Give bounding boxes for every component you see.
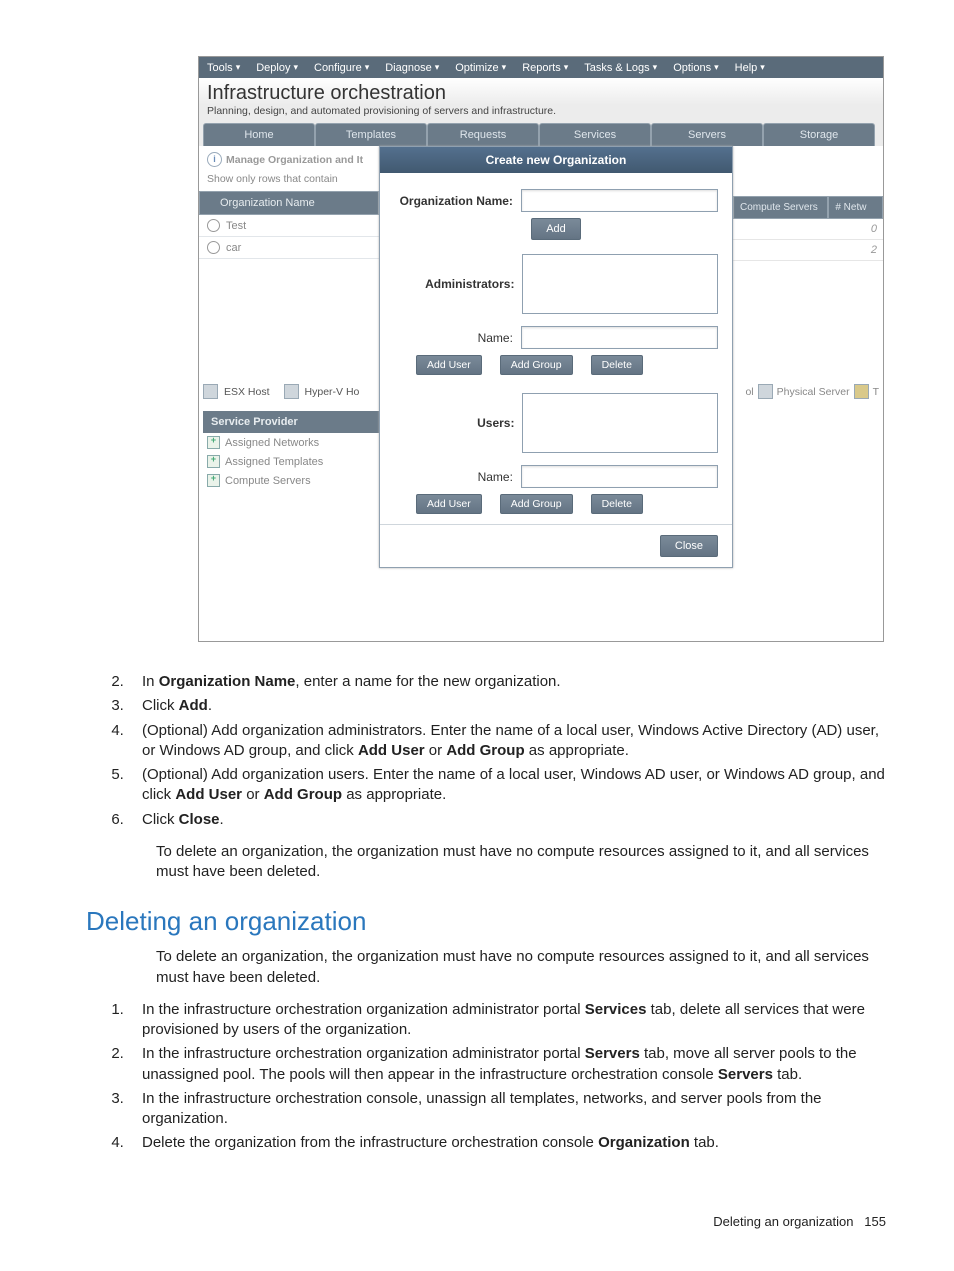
expand-icon[interactable]: + — [207, 436, 220, 449]
menu-options[interactable]: Options — [665, 62, 726, 74]
org-row[interactable]: Test — [199, 215, 379, 237]
menu-help[interactable]: Help — [727, 62, 773, 74]
t-icon — [854, 384, 869, 399]
admin-name-input[interactable] — [521, 326, 718, 349]
col-header[interactable]: Compute Servers — [733, 196, 828, 219]
tab-services[interactable]: Services — [539, 123, 651, 146]
col-header[interactable]: # Netw — [828, 196, 883, 219]
tab-servers[interactable]: Servers — [651, 123, 763, 146]
dialog-title: Create new Organization — [380, 147, 732, 173]
user-name-label: Name: — [394, 470, 521, 484]
tabs: HomeTemplatesRequestsServicesServersStor… — [199, 123, 883, 146]
radio-icon[interactable] — [207, 241, 220, 254]
menu-optimize[interactable]: Optimize — [447, 62, 514, 74]
screenshot: ToolsDeployConfigureDiagnoseOptimizeRepo… — [198, 56, 884, 642]
menu-tools[interactable]: Tools — [199, 62, 248, 74]
list-item: In Organization Name, enter a name for t… — [128, 672, 886, 692]
menu-diagnose[interactable]: Diagnose — [377, 62, 447, 74]
users-list[interactable] — [522, 393, 718, 453]
org-row[interactable]: car — [199, 237, 379, 259]
table-row: 0 — [733, 219, 883, 240]
admin-add-user-button[interactable]: Add User — [416, 355, 482, 375]
list-item: Click Close. — [128, 810, 886, 830]
admin-delete-button[interactable]: Delete — [591, 355, 643, 375]
admins-list[interactable] — [522, 254, 718, 314]
para-a: To delete an organization, the organizat… — [156, 842, 886, 883]
list-item: (Optional) Add organization administrato… — [128, 721, 886, 762]
list-item: Delete the organization from the infrast… — [128, 1133, 886, 1153]
list-item: (Optional) Add organization users. Enter… — [128, 765, 886, 806]
tab-requests[interactable]: Requests — [427, 123, 539, 146]
user-add-group-button[interactable]: Add Group — [500, 494, 573, 514]
right-header: Compute Servers# Netw — [733, 196, 883, 219]
table-row: 2 — [733, 240, 883, 261]
org-name-input[interactable] — [521, 189, 718, 212]
legend-right: olPhysical ServerT — [745, 384, 879, 399]
app-subtitle: Planning, design, and automated provisio… — [199, 105, 883, 123]
menu-configure[interactable]: Configure — [306, 62, 377, 74]
right-table: Compute Servers# Netw 02 — [733, 196, 883, 261]
tab-storage[interactable]: Storage — [763, 123, 875, 146]
col-header[interactable]: Organization Name — [199, 191, 379, 215]
steps-a: In Organization Name, enter a name for t… — [86, 672, 886, 830]
menu-tasks-logs[interactable]: Tasks & Logs — [576, 62, 665, 74]
sp-header: Service Provider — [203, 411, 379, 433]
list-item: In the infrastructure orchestration orga… — [128, 1044, 886, 1085]
list-item: In the infrastructure orchestration cons… — [128, 1089, 886, 1130]
steps-b: In the infrastructure orchestration orga… — [86, 1000, 886, 1154]
tree-item[interactable]: +Assigned Templates — [203, 452, 379, 471]
menu-reports[interactable]: Reports — [514, 62, 576, 74]
close-button[interactable]: Close — [660, 535, 718, 557]
phys-icon — [758, 384, 773, 399]
heading-deleting: Deleting an organization — [86, 906, 886, 937]
create-org-dialog: Create new Organization Organization Nam… — [379, 146, 733, 568]
menu-deploy[interactable]: Deploy — [248, 62, 306, 74]
info-icon: i — [207, 152, 222, 167]
expand-icon[interactable]: + — [207, 455, 220, 468]
add-button[interactable]: Add — [531, 218, 581, 240]
org-name-label: Organization Name: — [394, 194, 521, 208]
right-rows: 02 — [733, 219, 883, 261]
user-add-user-button[interactable]: Add User — [416, 494, 482, 514]
admin-name-label: Name: — [394, 331, 521, 345]
admin-add-group-button[interactable]: Add Group — [500, 355, 573, 375]
esx-icon — [203, 384, 218, 399]
user-name-input[interactable] — [521, 465, 718, 488]
page-footer: Deleting an organization 155 — [0, 1214, 954, 1229]
tab-home[interactable]: Home — [203, 123, 315, 146]
user-delete-button[interactable]: Delete — [591, 494, 643, 514]
list-item: Click Add. — [128, 696, 886, 716]
hyperv-icon — [284, 384, 299, 399]
radio-icon[interactable] — [207, 219, 220, 232]
list-item: In the infrastructure orchestration orga… — [128, 1000, 886, 1041]
service-provider: Service Provider +Assigned Networks+Assi… — [203, 411, 379, 490]
users-label: Users: — [394, 416, 522, 430]
tree-item[interactable]: +Compute Servers — [203, 471, 379, 490]
info-msg: iManage Organization and It — [199, 146, 379, 173]
filter-label: Show only rows that contain — [199, 173, 379, 191]
tree-item[interactable]: +Assigned Networks — [203, 433, 379, 452]
legend-left: ESX Host Hyper-V Ho — [203, 384, 359, 399]
sp-items: +Assigned Networks+Assigned Templates+Co… — [203, 433, 379, 490]
menubar: ToolsDeployConfigureDiagnoseOptimizeRepo… — [199, 57, 883, 78]
app-title: Infrastructure orchestration — [199, 78, 883, 105]
org-rows: Testcar — [199, 215, 379, 259]
admins-label: Administrators: — [394, 277, 522, 291]
para-b: To delete an organization, the organizat… — [156, 947, 886, 988]
expand-icon[interactable]: + — [207, 474, 220, 487]
tab-templates[interactable]: Templates — [315, 123, 427, 146]
